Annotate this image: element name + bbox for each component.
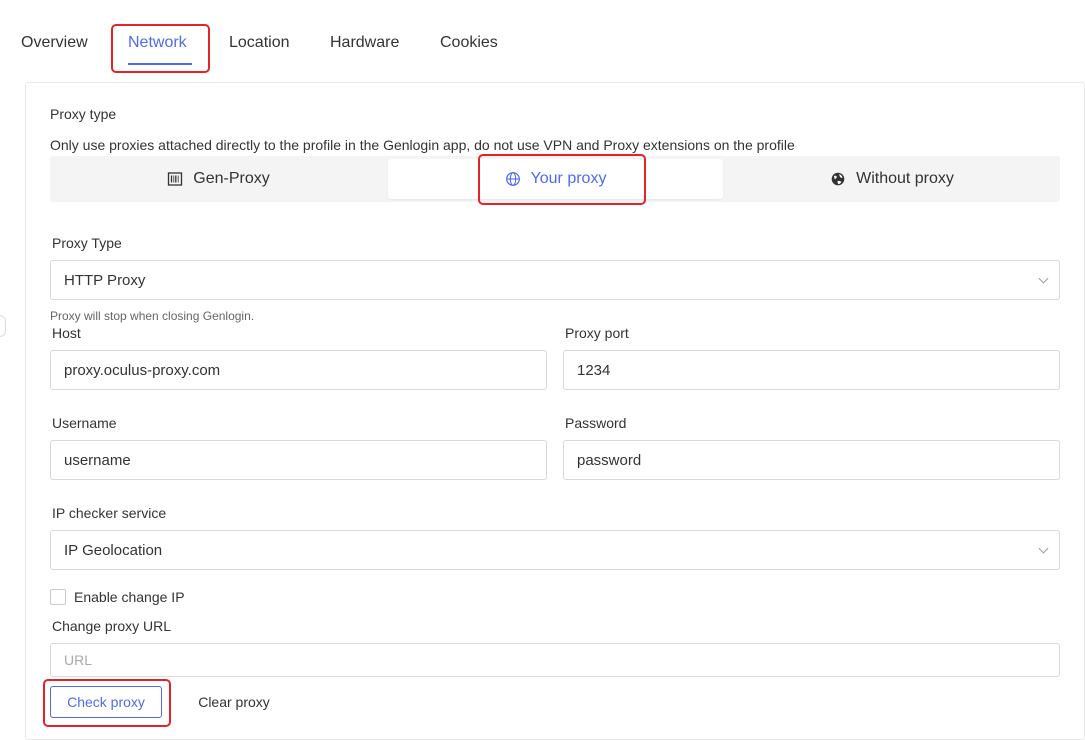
username-label: Username	[52, 415, 117, 431]
enable-change-ip-label: Enable change IP	[74, 589, 185, 605]
globe-icon	[505, 172, 520, 186]
option-your-proxy-label: Your proxy	[530, 170, 607, 187]
tab-hardware[interactable]: Hardware	[330, 34, 399, 52]
password-value: password	[577, 451, 642, 469]
option-gen-proxy-label: Gen-Proxy	[193, 170, 270, 187]
option-your-proxy[interactable]: Your proxy	[388, 159, 723, 199]
change-proxy-url-label: Change proxy URL	[52, 618, 172, 634]
proxy-port-input[interactable]: 1234	[563, 350, 1060, 390]
proxy-type-label: Proxy Type	[52, 235, 122, 251]
proxy-type-value: HTTP Proxy	[64, 271, 146, 289]
option-without-proxy-label: Without proxy	[856, 170, 954, 187]
proxy-stop-note: Proxy will stop when closing Genlogin.	[50, 309, 255, 323]
barcode-icon	[168, 172, 183, 186]
chevron-down-icon	[1038, 543, 1049, 554]
change-proxy-url-placeholder: URL	[64, 652, 93, 668]
globe-filled-icon	[831, 172, 845, 186]
ip-checker-value: IP Geolocation	[64, 541, 163, 559]
check-proxy-button[interactable]: Check proxy	[50, 686, 162, 718]
host-input[interactable]: proxy.oculus-proxy.com	[50, 350, 547, 390]
password-label: Password	[565, 415, 627, 431]
tab-location[interactable]: Location	[229, 34, 290, 52]
active-tab-indicator	[128, 63, 192, 65]
ip-checker-label: IP checker service	[52, 505, 167, 521]
proxy-type-title: Proxy type	[50, 106, 117, 122]
proxy-port-value: 1234	[577, 361, 611, 379]
collapse-handle[interactable]	[0, 315, 6, 337]
proxy-mode-selector: Gen-Proxy Your proxy Without proxy	[50, 156, 1060, 202]
username-value: username	[64, 451, 131, 469]
password-input[interactable]: password	[563, 440, 1060, 480]
tab-overview[interactable]: Overview	[21, 34, 88, 52]
tab-network[interactable]: Network	[128, 34, 187, 52]
clear-proxy-button[interactable]: Clear proxy	[183, 686, 285, 718]
chevron-down-icon	[1038, 273, 1049, 284]
host-label: Host	[52, 325, 81, 341]
option-without-proxy[interactable]: Without proxy	[724, 156, 1060, 202]
proxy-notice: Only use proxies attached directly to th…	[50, 137, 795, 153]
username-input[interactable]: username	[50, 440, 547, 480]
tab-bar: Overview Network Location Hardware Cooki…	[0, 0, 1085, 80]
host-value: proxy.oculus-proxy.com	[64, 361, 221, 379]
tab-cookies[interactable]: Cookies	[440, 34, 498, 52]
ip-checker-select[interactable]: IP Geolocation	[50, 530, 1060, 570]
proxy-port-label: Proxy port	[565, 325, 629, 341]
option-gen-proxy[interactable]: Gen-Proxy	[50, 156, 387, 202]
enable-change-ip-checkbox[interactable]	[50, 589, 66, 605]
change-proxy-url-input[interactable]: URL	[50, 643, 1060, 677]
proxy-type-select[interactable]: HTTP Proxy	[50, 260, 1060, 300]
